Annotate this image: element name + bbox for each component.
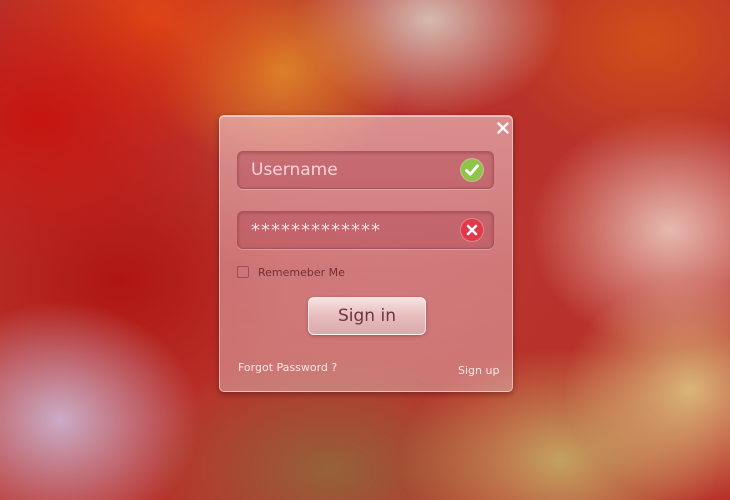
password-field-wrapper [237, 211, 494, 249]
forgot-password-link[interactable]: Forgot Password ? [238, 361, 337, 374]
error-x-icon [460, 218, 484, 242]
close-icon[interactable] [496, 120, 510, 134]
check-icon [460, 158, 484, 182]
remember-me-row: Rememeber Me [237, 264, 345, 280]
login-dialog: Rememeber Me Sign in Forgot Password ? S… [219, 115, 513, 392]
password-input[interactable] [238, 212, 453, 248]
sign-up-link[interactable]: Sign up [458, 364, 499, 377]
sign-in-button[interactable]: Sign in [308, 297, 426, 335]
remember-me-label: Rememeber Me [258, 265, 345, 279]
username-input[interactable] [238, 152, 453, 188]
remember-me-checkbox[interactable] [237, 266, 249, 278]
username-field-wrapper [237, 151, 494, 189]
